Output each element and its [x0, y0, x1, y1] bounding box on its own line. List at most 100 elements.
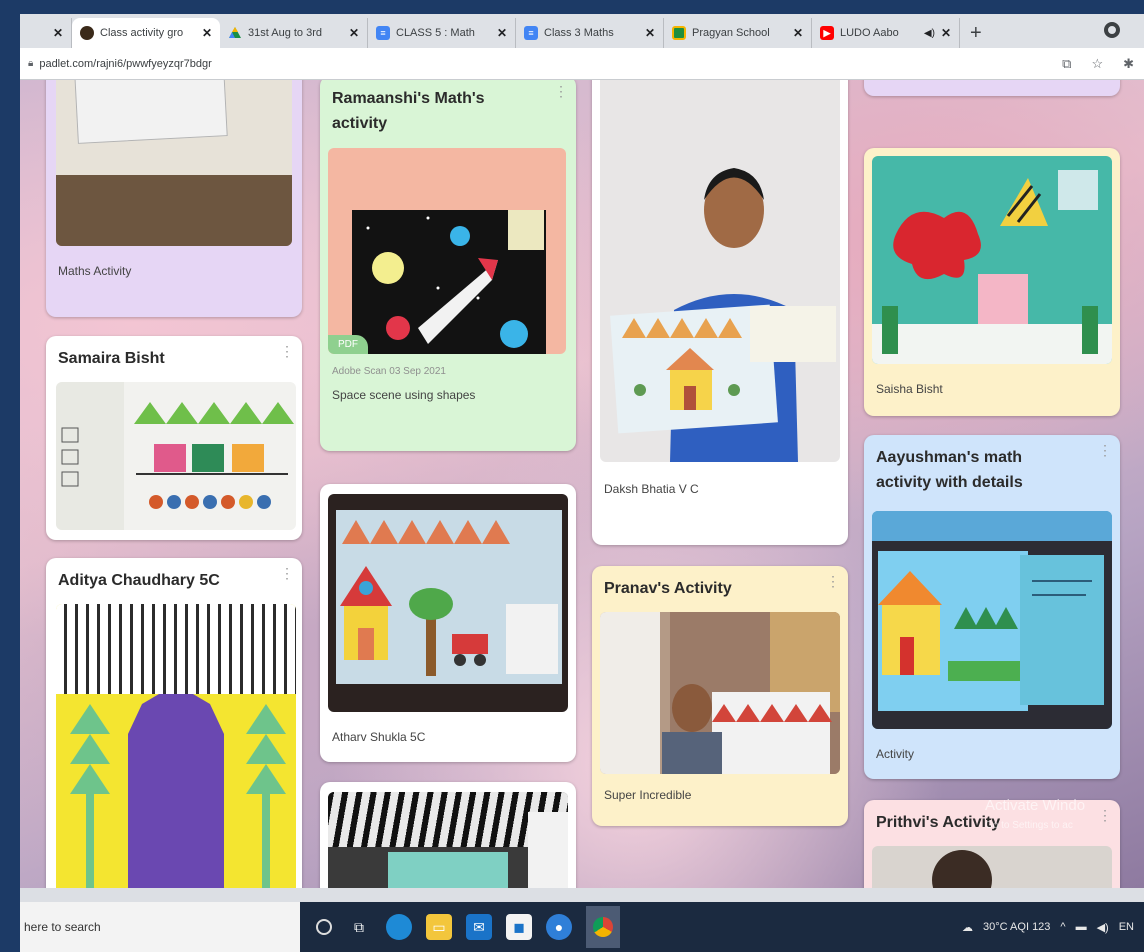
close-icon[interactable]: ✕ — [941, 26, 951, 40]
drive-icon — [228, 26, 242, 40]
more-options-icon[interactable]: ⋮ — [280, 566, 294, 580]
post-title: Aditya Chaudhary 5C — [58, 572, 220, 589]
language-indicator[interactable]: EN — [1119, 921, 1134, 933]
speaker-icon[interactable]: ◀) — [924, 28, 935, 39]
post-caption: Super Incredible — [604, 788, 692, 802]
close-icon[interactable]: ✕ — [202, 26, 212, 40]
tab-strip: ✕ Class activity gro ✕ 31st Aug to 3rd ✕… — [20, 14, 1144, 48]
lock-icon[interactable]: 🔒︎ — [28, 58, 33, 69]
post-card-saisha[interactable]: ⋮ Saisha Bisht — [864, 148, 1120, 416]
weather-icon[interactable]: ☁ — [962, 921, 973, 934]
post-caption: Space scene using shapes — [332, 388, 476, 402]
post-caption: Saisha Bisht — [876, 382, 943, 396]
post-card-ramaanshi[interactable]: Ramaanshi's Math's activity ⋮ PDF Adobe … — [320, 80, 576, 451]
pdf-badge: PDF — [328, 335, 368, 354]
close-icon[interactable]: ✕ — [497, 26, 507, 40]
more-options-icon[interactable]: ⋮ — [1098, 808, 1112, 822]
post-image[interactable] — [872, 846, 1112, 888]
tab-0[interactable]: ✕ — [20, 18, 72, 48]
post-attachment-meta: Adobe Scan 03 Sep 2021 — [332, 366, 446, 377]
post-image[interactable] — [872, 511, 1112, 729]
post-card-samaira[interactable]: Samaira Bisht ⋮ — [46, 336, 302, 540]
post-card-aayushman[interactable]: Aayushman's math activity with details ⋮ — [864, 435, 1120, 779]
tab-title: Class 3 Maths — [544, 27, 614, 39]
chevron-up-icon[interactable]: ^ — [1060, 921, 1065, 933]
activate-windows-watermark: Activate Windo Go to Settings to ac — [985, 796, 1085, 836]
post-title: Ramaanshi's Math's activity — [332, 90, 485, 132]
tab-4[interactable]: ≡ Class 3 Maths ✕ — [516, 18, 664, 48]
screen: ✕ Class activity gro ✕ 31st Aug to 3rd ✕… — [20, 14, 1144, 952]
share-icon[interactable]: ⧉ — [1062, 56, 1071, 72]
network-icon[interactable]: ▬ — [1076, 921, 1087, 933]
post-image[interactable] — [600, 80, 840, 462]
tab-title: CLASS 5 : Math — [396, 27, 475, 39]
profile-icon[interactable] — [1104, 22, 1120, 38]
new-tab-button[interactable]: + — [960, 18, 992, 48]
forms-icon: ≡ — [376, 26, 390, 40]
post-card-aditya[interactable]: Aditya Chaudhary 5C ⋮ — [46, 558, 302, 888]
more-options-icon[interactable]: ⋮ — [1098, 443, 1112, 457]
tab-title: Pragyan School — [692, 27, 770, 39]
forms-icon: ≡ — [524, 26, 538, 40]
task-view-icon[interactable]: ⧉ — [346, 914, 372, 940]
post-caption: Activity — [876, 747, 915, 761]
tab-title: 31st Aug to 3rd — [248, 27, 322, 39]
meet-icon[interactable]: ● — [546, 914, 572, 940]
post-image[interactable] — [328, 792, 568, 888]
more-options-icon[interactable]: ⋮ — [554, 84, 568, 98]
post-caption: Maths Activity — [58, 264, 132, 278]
mail-icon[interactable]: ✉ — [466, 914, 492, 940]
system-tray: ☁ 30°C AQI 123 ^ ▬ ◀) EN — [962, 921, 1144, 934]
watermark-title: Activate Windo — [985, 797, 1086, 814]
post-caption: Atharv Shukla 5C — [332, 730, 426, 744]
tab-title: Class activity gro — [100, 27, 184, 39]
tab-6[interactable]: ▶ LUDO Aabo ◀) ✕ — [812, 18, 960, 48]
post-card-daksh[interactable]: ⋮ Daksh Bhatia V C — [592, 80, 848, 545]
chrome-icon[interactable] — [586, 906, 620, 948]
watermark-subtitle: Go to Settings to ac — [985, 820, 1073, 831]
address-bar: 🔒︎ padlet.com/rajni6/pwwfyeyzqr7bdgr ⧉ ☆… — [20, 48, 1144, 80]
post-title: Aayushman's math activity with details — [876, 449, 1023, 491]
search-placeholder: here to search — [24, 920, 101, 934]
windows-taskbar: here to search ⧉ ▭ ✉ ◼ ● ☁ 30°C AQI 123 … — [20, 902, 1144, 952]
tab-2[interactable]: 31st Aug to 3rd ✕ — [220, 18, 368, 48]
file-explorer-icon[interactable]: ▭ — [426, 914, 452, 940]
post-card-atharv[interactable]: ⋮ Atharv Shukla 5C — [320, 484, 576, 762]
post-image[interactable] — [328, 494, 568, 712]
store-icon[interactable]: ◼ — [506, 914, 532, 940]
youtube-icon: ▶ — [820, 26, 834, 40]
tab-1[interactable]: Class activity gro ✕ — [72, 18, 220, 48]
star-icon[interactable]: ☆ — [1091, 56, 1103, 72]
padlet-board: Maths Activity Samaira Bisht ⋮ Aditya Ch… — [20, 80, 1144, 888]
close-icon[interactable]: ✕ — [53, 26, 63, 40]
post-image[interactable] — [600, 612, 840, 774]
post-image[interactable] — [56, 382, 296, 530]
padlet-icon — [80, 26, 94, 40]
taskbar-search[interactable]: here to search — [20, 902, 300, 952]
post-card-top-partial — [864, 80, 1120, 96]
post-card-partial[interactable]: ⋮ — [320, 782, 576, 888]
close-icon[interactable]: ✕ — [645, 26, 655, 40]
post-image[interactable] — [56, 604, 296, 888]
classroom-icon — [672, 26, 686, 40]
post-card-maths-activity[interactable]: Maths Activity — [46, 80, 302, 317]
post-title: Pranav's Activity — [604, 580, 732, 597]
weather-status[interactable]: 30°C AQI 123 — [983, 921, 1050, 933]
extensions-icon[interactable]: ✱ — [1123, 56, 1134, 72]
post-image[interactable] — [872, 156, 1112, 364]
post-card-pranav[interactable]: Pranav's Activity ⋮ Super Incredible — [592, 566, 848, 826]
url-field[interactable]: padlet.com/rajni6/pwwfyeyzqr7bdgr — [39, 58, 1052, 70]
volume-icon[interactable]: ◀) — [1097, 921, 1109, 934]
tab-5[interactable]: Pragyan School ✕ — [664, 18, 812, 48]
more-options-icon[interactable]: ⋮ — [826, 574, 840, 588]
close-icon[interactable]: ✕ — [349, 26, 359, 40]
more-options-icon[interactable]: ⋮ — [280, 344, 294, 358]
post-caption: Daksh Bhatia V C — [604, 482, 699, 496]
edge-icon[interactable] — [386, 914, 412, 940]
cortana-icon[interactable] — [316, 919, 332, 935]
post-image[interactable]: PDF — [328, 148, 566, 354]
post-title: Samaira Bisht — [58, 350, 165, 367]
post-image[interactable] — [56, 80, 292, 246]
tab-3[interactable]: ≡ CLASS 5 : Math ✕ — [368, 18, 516, 48]
close-icon[interactable]: ✕ — [793, 26, 803, 40]
